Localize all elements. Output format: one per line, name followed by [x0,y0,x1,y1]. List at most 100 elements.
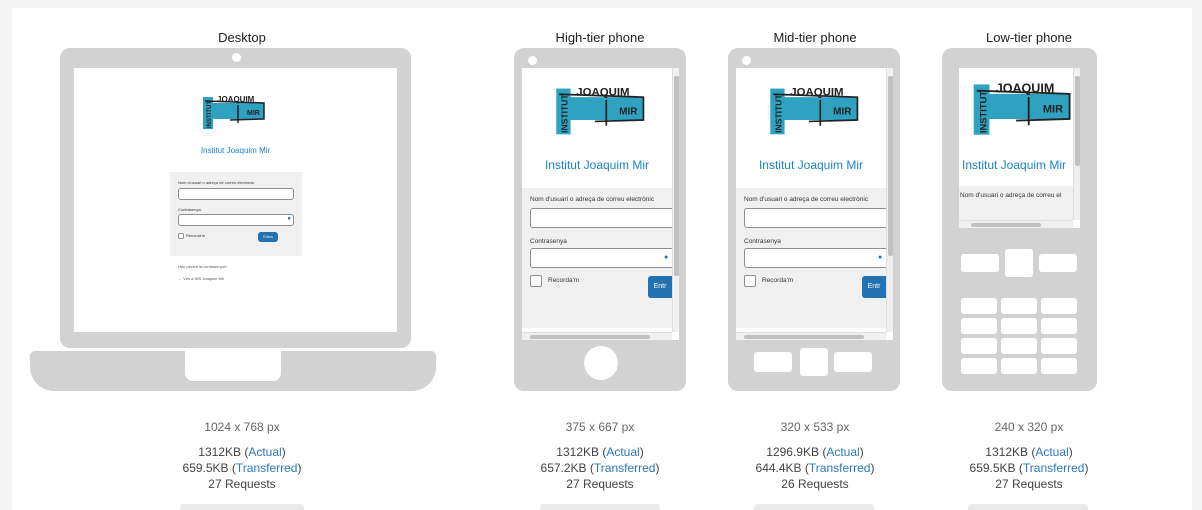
svg-text:JOAQUIM: JOAQUIM [576,87,629,99]
mid-tier-transferred-line: 644.4KB (Transferred) [755,461,875,475]
password-input[interactable]: ● [744,248,893,268]
svg-text:INSTITUT: INSTITUT [560,94,570,133]
high-tier-transferred-line: 657.2KB (Transferred) [540,461,660,475]
low-tier-requests: 27 Requests [995,477,1063,491]
laptop-touchpad [185,351,281,381]
svg-text:MIR: MIR [1043,104,1063,116]
horizontal-scroll-thumb[interactable] [530,335,650,339]
school-logo: JOAQUIM MIR INSTITUT [203,95,265,129]
site-title[interactable]: Institut Joaquim Mir [736,158,886,172]
keypad-key[interactable] [961,298,997,314]
horizontal-scrollbar[interactable] [736,332,886,340]
username-input[interactable] [178,188,294,200]
horizontal-scrollbar[interactable] [959,220,1073,228]
high-tier-actual-line: 1312KB (Actual) [556,445,644,459]
actual-link[interactable]: Actual [248,445,281,459]
transferred-link[interactable]: Transferred [1023,461,1085,475]
laptop-base [30,351,436,391]
soft-key-left[interactable] [961,254,999,272]
username-input[interactable] [530,208,679,228]
show-password-icon[interactable]: ● [287,216,291,222]
vertical-scrollbar[interactable] [886,68,893,332]
keypad-key[interactable] [1001,338,1037,354]
remember-checkbox[interactable] [530,275,542,287]
actual-link[interactable]: Actual [1035,445,1068,459]
device-title-high-tier: High-tier phone [555,30,645,45]
keypad-key[interactable] [1001,298,1037,314]
login-button[interactable]: Entr [862,276,886,298]
login-form: Nom d'usuari o adreça de correu el [959,186,1073,220]
numeric-keypad [961,298,1079,378]
horizontal-scrollbar[interactable] [522,332,672,340]
show-password-icon[interactable]: ● [878,254,882,261]
mid-tier-footer-tab [754,504,874,510]
screenshot-canvas: Desktop JOAQUIM MIR INSTITUT Institut Jo… [12,8,1192,510]
soft-key-right[interactable] [1039,254,1077,272]
horizontal-scroll-thumb[interactable] [971,223,1041,227]
vertical-scroll-thumb[interactable] [674,76,679,276]
svg-text:INSTITUT: INSTITUT [207,101,213,128]
svg-text:MIR: MIR [833,106,852,117]
soft-key-left[interactable] [754,352,792,372]
desktop-dimensions: 1024 x 768 px [204,420,280,434]
site-title[interactable]: Institut Joaquim Mir [522,158,672,172]
actual-link[interactable]: Actual [826,445,859,459]
mid-tier-size-transferred: 644.4KB [755,461,802,475]
login-button[interactable]: Entra [258,232,278,242]
vertical-scroll-thumb[interactable] [1075,76,1080,166]
actual-link[interactable]: Actual [606,445,639,459]
high-tier-phone-shell: JOAQUIM MIR INSTITUT Institut Joaquim Mi… [514,48,686,391]
mid-tier-screen[interactable]: JOAQUIM MIR INSTITUT Institut Joaquim Mi… [736,68,893,340]
desktop-screen[interactable]: JOAQUIM MIR INSTITUT Institut Joaquim Mi… [74,68,397,332]
login-form: Nom d'usuari o adreça de correu electròn… [170,172,302,256]
keypad-key[interactable] [1041,338,1077,354]
show-password-icon[interactable]: ● [664,254,668,261]
low-tier-phone-shell: JOAQUIM MIR INSTITUT Institut Joaquim Mi… [942,48,1097,391]
laptop-shell: JOAQUIM MIR INSTITUT Institut Joaquim Mi… [60,48,411,348]
vertical-scrollbar[interactable] [1073,68,1080,220]
site-title[interactable]: Institut Joaquim Mir [962,158,1066,172]
keypad-key[interactable] [1041,318,1077,334]
mid-tier-requests: 26 Requests [781,477,849,491]
username-input[interactable] [744,208,893,228]
keypad-key[interactable] [1041,358,1077,374]
lost-password-link[interactable]: Heu perdut la contrasenya? [178,264,227,269]
soft-key-right[interactable] [834,352,872,372]
keypad-key[interactable] [961,338,997,354]
high-tier-screen[interactable]: JOAQUIM MIR INSTITUT Institut Joaquim Mi… [522,68,679,340]
high-tier-footer-tab [540,504,660,510]
back-to-site-link[interactable]: ← Vés a INS Joaquim Mir [178,276,224,281]
keypad-key[interactable] [1041,298,1077,314]
site-title[interactable]: Institut Joaquim Mir [74,146,397,155]
transferred-link[interactable]: Transferred [809,461,871,475]
keypad-key[interactable] [961,358,997,374]
low-tier-stats: 240 x 320 px 1312KB (Actual) 659.5KB (Tr… [970,420,1089,492]
mid-tier-actual-line: 1296.9KB (Actual) [766,445,864,459]
vertical-scroll-thumb[interactable] [888,76,893,256]
login-button[interactable]: Entr [648,276,672,298]
keypad-key[interactable] [961,318,997,334]
high-tier-size-actual: 1312KB [556,445,599,459]
remember-checkbox[interactable] [178,233,184,239]
horizontal-scroll-thumb[interactable] [744,335,864,339]
password-input[interactable]: ● [530,248,679,268]
keypad-key[interactable] [1001,318,1037,334]
low-tier-screen[interactable]: JOAQUIM MIR INSTITUT Institut Joaquim Mi… [959,68,1080,228]
desktop-size-actual: 1312KB [198,445,241,459]
password-input[interactable]: ● [178,214,294,226]
high-tier-stats: 375 x 667 px 1312KB (Actual) 657.2KB (Tr… [541,420,660,492]
low-tier-size-actual: 1312KB [985,445,1028,459]
mid-tier-phone-shell: JOAQUIM MIR INSTITUT Institut Joaquim Mi… [728,48,900,391]
remember-label: Recorda'm [186,233,206,238]
nav-key-center[interactable] [1005,249,1033,277]
keypad-key[interactable] [1001,358,1037,374]
remember-checkbox[interactable] [744,275,756,287]
nav-key-center[interactable] [800,348,828,376]
home-button[interactable] [584,346,618,380]
vertical-scrollbar[interactable] [672,68,679,332]
transferred-link[interactable]: Transferred [236,461,298,475]
remember-label: Recorda'm [762,277,794,284]
svg-text:JOAQUIM: JOAQUIM [217,95,255,104]
school-logo: JOAQUIM MIR INSTITUT [556,87,645,135]
transferred-link[interactable]: Transferred [594,461,656,475]
